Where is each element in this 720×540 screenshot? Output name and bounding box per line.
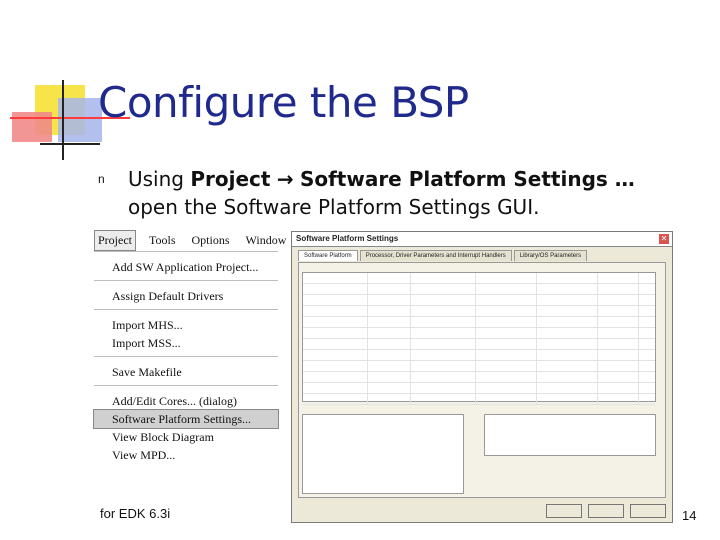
menu-item-view-mpd[interactable]: View MPD...	[112, 446, 278, 464]
menu-separator	[94, 309, 278, 310]
project-menu-list: Add SW Application Project... Assign Def…	[93, 252, 279, 464]
grid-row	[303, 328, 655, 339]
menu-window[interactable]: Window	[243, 231, 290, 250]
tab-software-platform[interactable]: Software Platform	[298, 250, 358, 261]
bullet-settings: Software Platform Settings …	[299, 167, 635, 191]
drivers-grid[interactable]	[302, 272, 656, 405]
menu-separator	[94, 385, 278, 386]
grid-row	[303, 295, 655, 306]
menu-separator	[94, 356, 278, 357]
menu-item-software-platform-settings[interactable]: Software Platform Settings...	[93, 409, 279, 429]
menu-item-assign-drivers[interactable]: Assign Default Drivers	[112, 287, 278, 305]
menu-item-import-mss[interactable]: Import MSS...	[112, 334, 278, 352]
bullet-prefix: Using	[128, 167, 191, 191]
logo-vertical-line	[62, 80, 64, 160]
libraries-list[interactable]	[302, 414, 464, 494]
menu-tools[interactable]: Tools	[146, 231, 179, 250]
bullet-project: Project	[190, 167, 271, 191]
menu-item-add-edit-cores[interactable]: Add/Edit Cores... (dialog)	[112, 392, 278, 410]
ok-button[interactable]	[546, 504, 582, 518]
project-menu-screenshot: Project Tools Options Window Add SW Appl…	[93, 229, 286, 462]
grid-row	[303, 273, 655, 284]
dialog-title: Software Platform Settings	[292, 232, 672, 247]
menu-item-import-mhs[interactable]: Import MHS...	[112, 316, 278, 334]
os-selection-table[interactable]	[484, 414, 656, 456]
menu-item-save-makefile[interactable]: Save Makefile	[112, 363, 278, 381]
close-icon[interactable]: ✕	[659, 234, 669, 244]
grid-row	[303, 361, 655, 372]
logo-blue-square	[58, 98, 102, 142]
menu-project[interactable]: Project	[94, 229, 136, 251]
menu-item-view-block-diagram[interactable]: View Block Diagram	[112, 428, 278, 446]
grid-row	[303, 317, 655, 328]
grid-row	[303, 339, 655, 350]
page-number: 14	[682, 508, 697, 523]
menubar: Project Tools Options Window	[94, 229, 286, 252]
slide-title: Configure the BSP	[98, 78, 469, 127]
bullet-marker: n	[98, 172, 105, 186]
apply-button[interactable]	[630, 504, 666, 518]
logo-black-line	[40, 143, 100, 145]
grid-row	[303, 350, 655, 361]
tab-library-os-params[interactable]: Library/OS Parameters	[513, 250, 588, 261]
grid-row	[303, 372, 655, 383]
tab-processor-driver-params[interactable]: Processor, Driver Parameters and Interru…	[359, 250, 512, 261]
menu-separator	[94, 280, 278, 281]
grid-row	[303, 383, 655, 394]
grid-row	[303, 284, 655, 295]
bullet-arrow: →	[276, 167, 294, 191]
grid-row	[303, 394, 655, 405]
software-platform-settings-dialog: Software Platform Settings ✕ Software Pl…	[291, 231, 673, 523]
dialog-button-row	[540, 504, 666, 518]
menu-item-add-sw-app[interactable]: Add SW Application Project...	[112, 258, 278, 276]
grid-row	[303, 306, 655, 317]
bullet-line2: open the Software Platform Settings GUI.	[128, 195, 540, 219]
bullet-text: Using Project → Software Platform Settin…	[128, 165, 708, 221]
cancel-button[interactable]	[588, 504, 624, 518]
dialog-tabs: Software Platform Processor, Driver Para…	[298, 250, 589, 261]
slide-footer: for EDK 6.3i	[100, 506, 171, 521]
menu-options[interactable]: Options	[189, 231, 233, 250]
